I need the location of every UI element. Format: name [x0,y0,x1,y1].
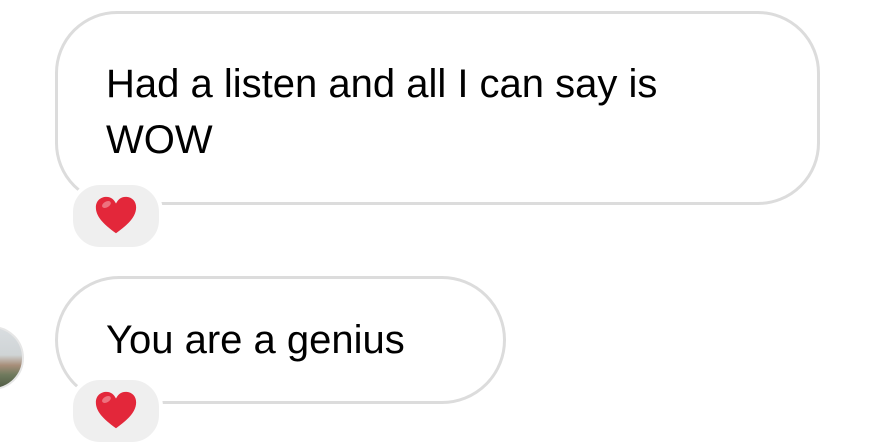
message-text: Had a listen and all I can say is WOW [106,62,658,162]
message-text: You are a genius [106,318,405,362]
reaction-badge[interactable] [69,376,163,446]
sender-avatar[interactable] [0,326,24,390]
reaction-badge[interactable] [69,181,163,251]
heart-emoji-icon [95,196,137,234]
message-bubble[interactable]: Had a listen and all I can say is WOW [55,11,820,205]
heart-emoji-icon [95,391,137,429]
